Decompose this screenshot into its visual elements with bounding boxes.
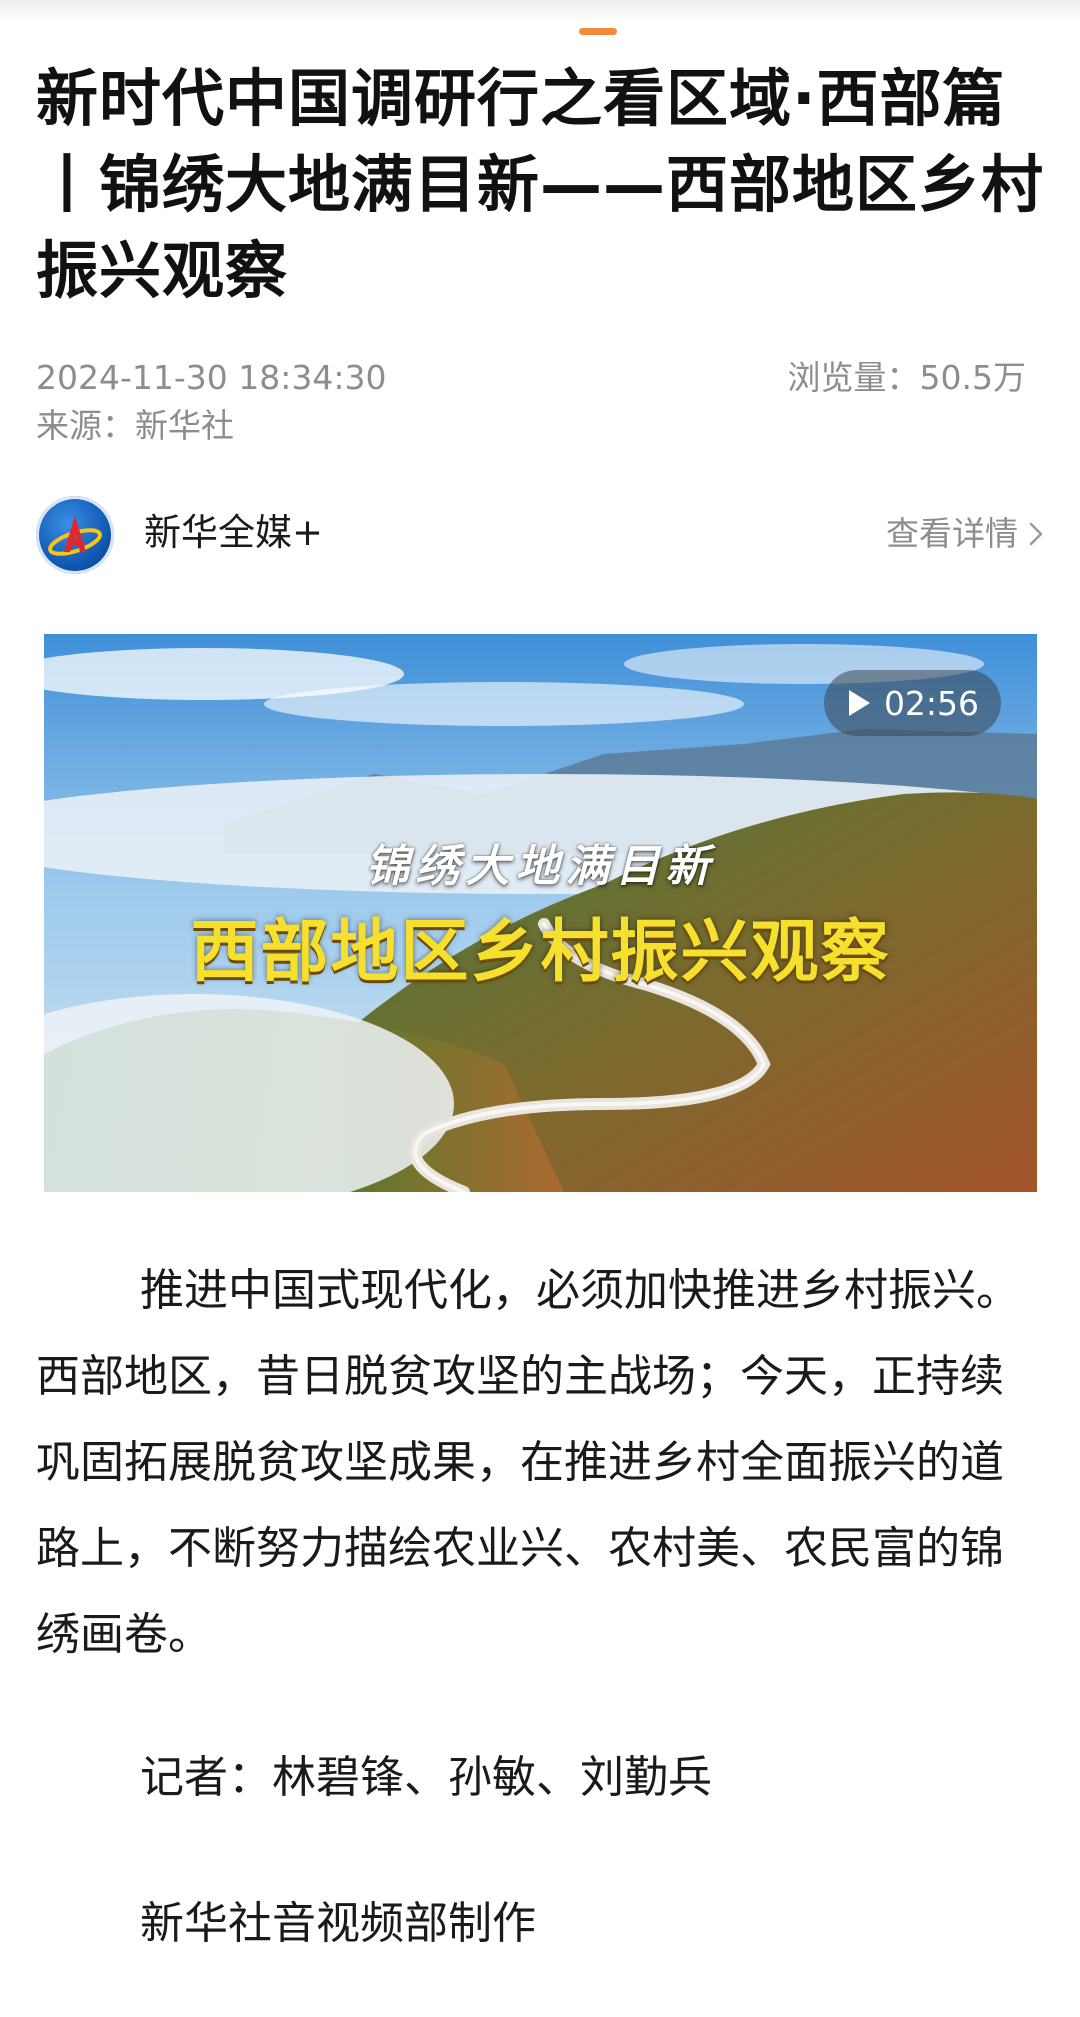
xinhua-logo-icon[interactable] bbox=[36, 496, 114, 574]
video-overlay-title: 西部地区乡村振兴观察 bbox=[190, 912, 891, 992]
reporters-line: 记者：林碧锋、孙敏、刘勤兵 bbox=[140, 1752, 712, 1803]
top-bar-shadow bbox=[0, 0, 1080, 22]
play-icon bbox=[848, 690, 870, 716]
view-details-label: 查看详情 bbox=[886, 514, 1018, 553]
article-source: 来源：新华社 bbox=[36, 406, 234, 445]
video-overlay-subtitle: 锦绣大地满目新 bbox=[365, 841, 716, 892]
video-player[interactable]: 锦绣大地满目新 西部地区乡村振兴观察 02:56 bbox=[44, 634, 1037, 1192]
view-details-link[interactable]: 查看详情 bbox=[886, 510, 1044, 558]
publish-date: 2024-11-30 18:34:30 bbox=[36, 358, 387, 397]
video-duration-badge[interactable]: 02:56 bbox=[824, 670, 1001, 736]
drag-handle[interactable] bbox=[579, 28, 617, 35]
production-line: 新华社音视频部制作 bbox=[140, 1898, 536, 1949]
view-count: 浏览量：50.5万 bbox=[787, 358, 1026, 397]
article-paragraph: 推进中国式现代化，必须加快推进乡村振兴。西部地区，昔日脱贫攻坚的主战场；今天，正… bbox=[36, 1265, 1020, 1660]
chevron-right-icon bbox=[1029, 522, 1043, 546]
author-name: 新华全媒+ bbox=[144, 511, 324, 554]
video-duration: 02:56 bbox=[883, 683, 980, 723]
article-title: 新时代中国调研行之看区域·西部篇丨锦绣大地满目新——西部地区乡村振兴观察 bbox=[36, 62, 1045, 307]
author-row[interactable]: 新华全媒+ 查看详情 bbox=[36, 494, 1044, 576]
